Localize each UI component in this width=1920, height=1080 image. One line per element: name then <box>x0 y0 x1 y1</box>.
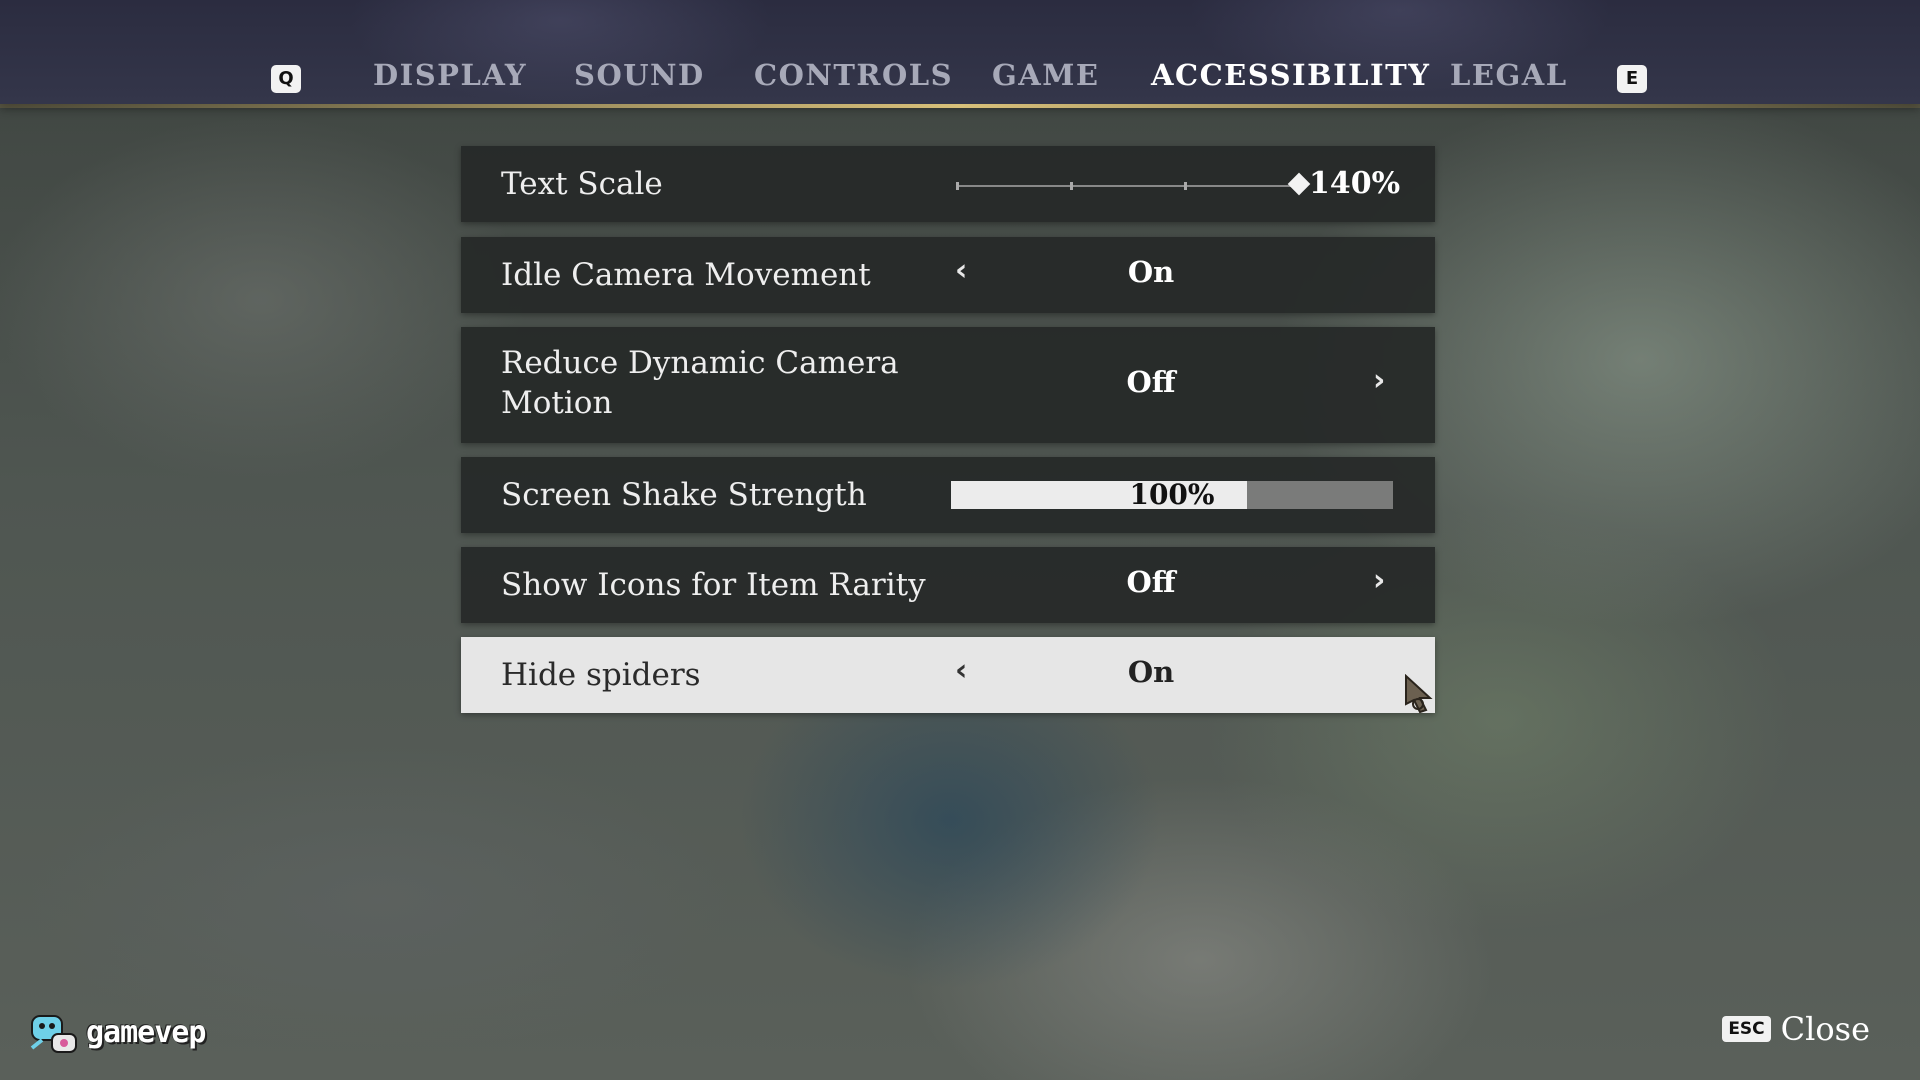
setting-value: Off <box>1126 365 1176 399</box>
setting-label: Hide spiders <box>501 657 701 693</box>
chevron-left-icon[interactable]: ‹ <box>955 653 967 688</box>
watermark-text: gamevep <box>86 1014 206 1050</box>
close-label: Close <box>1780 1010 1870 1048</box>
chevron-left-icon[interactable]: ‹ <box>955 253 967 288</box>
setting-label: Screen Shake Strength <box>501 477 867 513</box>
setting-value: On <box>1127 255 1175 289</box>
setting-idle-camera-movement[interactable]: Idle Camera Movement ‹ On <box>461 237 1435 313</box>
mouse-cursor-icon <box>1405 674 1433 714</box>
tab-sound[interactable]: SOUND <box>574 58 705 92</box>
chevron-right-icon[interactable]: › <box>1373 363 1385 398</box>
next-tab-key-badge[interactable]: E <box>1617 65 1647 93</box>
slider-thumb[interactable] <box>1287 172 1311 196</box>
tab-legal[interactable]: LEGAL <box>1450 58 1568 92</box>
setting-text-scale[interactable]: Text Scale 140% <box>461 146 1435 222</box>
slider-tick <box>1184 182 1187 190</box>
gamepad-mascot-icon <box>30 1015 77 1053</box>
tab-game[interactable]: GAME <box>992 58 1099 92</box>
setting-label-line2: Motion <box>501 385 613 421</box>
setting-label: Idle Camera Movement <box>501 257 871 293</box>
nav-divider <box>0 104 1920 108</box>
prev-tab-key-badge[interactable]: Q <box>271 65 301 93</box>
tab-accessibility[interactable]: ACCESSIBILITY <box>1151 58 1430 92</box>
setting-label-line1: Reduce Dynamic Camera <box>501 345 899 381</box>
tab-display[interactable]: DISPLAY <box>373 58 527 92</box>
setting-screen-shake-strength[interactable]: Screen Shake Strength 100% <box>461 457 1435 533</box>
close-button[interactable]: ESC Close <box>1722 1010 1870 1048</box>
setting-show-icons-item-rarity[interactable]: Show Icons for Item Rarity Off › <box>461 547 1435 623</box>
chevron-right-icon[interactable]: › <box>1373 563 1385 598</box>
setting-label: Show Icons for Item Rarity <box>501 567 926 603</box>
setting-value: On <box>1127 655 1175 689</box>
slider-tick <box>1070 182 1073 190</box>
text-scale-slider[interactable] <box>956 172 1311 196</box>
slider-tick <box>956 182 959 190</box>
top-nav-bar: Q DISPLAY SOUND CONTROLS GAME ACCESSIBIL… <box>0 0 1920 104</box>
screen-shake-bar[interactable]: 100% <box>951 481 1393 509</box>
text-scale-value: 140% <box>1309 166 1401 201</box>
setting-reduce-dynamic-camera-motion[interactable]: Reduce Dynamic Camera Motion Off › <box>461 327 1435 443</box>
setting-label: Text Scale <box>501 166 663 202</box>
esc-key-badge: ESC <box>1722 1016 1771 1042</box>
setting-hide-spiders[interactable]: Hide spiders ‹ On <box>461 637 1435 713</box>
setting-value: Off <box>1126 565 1176 599</box>
watermark-logo: gamevep <box>28 1008 206 1056</box>
screen-shake-value: 100% <box>1129 478 1215 511</box>
tab-controls[interactable]: CONTROLS <box>754 58 953 92</box>
